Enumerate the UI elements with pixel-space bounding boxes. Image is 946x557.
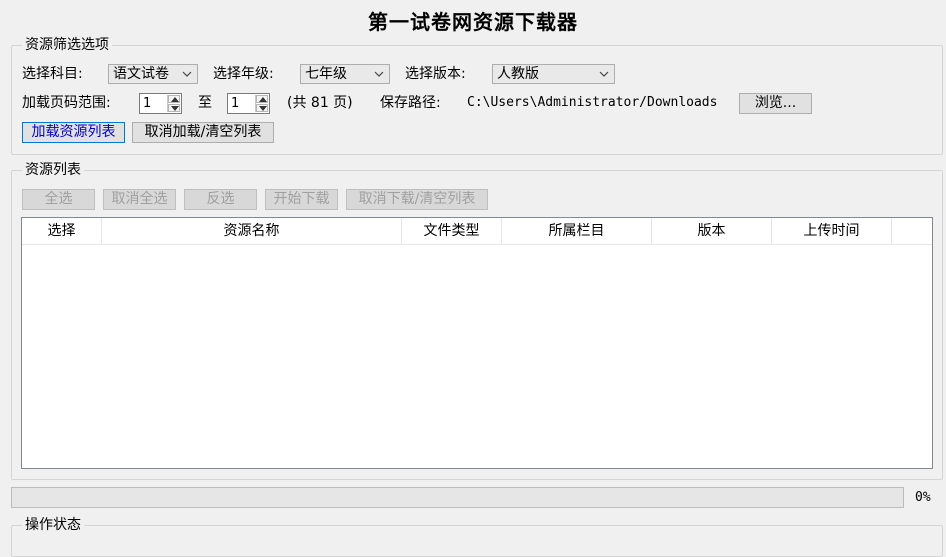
edition-label: 选择版本: bbox=[405, 66, 466, 82]
spinbox-arrows bbox=[167, 95, 180, 112]
column-header-edition[interactable]: 版本 bbox=[652, 218, 772, 244]
filter-legend: 资源筛选选项 bbox=[22, 36, 112, 54]
spin-up-button[interactable] bbox=[168, 95, 180, 103]
spin-down-button[interactable] bbox=[168, 104, 180, 112]
page-from-value: 1 bbox=[143, 96, 152, 111]
cancel-load-button[interactable]: 取消加载/清空列表 bbox=[132, 122, 274, 143]
spin-up-button[interactable] bbox=[256, 95, 268, 103]
chevron-down-icon bbox=[599, 71, 609, 77]
start-download-button[interactable]: 开始下载 bbox=[265, 189, 338, 210]
column-header-category[interactable]: 所属栏目 bbox=[502, 218, 652, 244]
total-pages-label: (共 81 页) bbox=[287, 95, 353, 111]
edition-select-value: 人教版 bbox=[497, 66, 539, 82]
subject-select[interactable]: 语文试卷 bbox=[108, 64, 198, 84]
progress-percent: 0% bbox=[915, 490, 931, 505]
table-header: 选择 资源名称 文件类型 所属栏目 版本 上传时间 bbox=[22, 218, 932, 245]
chevron-down-icon bbox=[374, 71, 384, 77]
grade-label: 选择年级: bbox=[213, 66, 274, 82]
app-title: 第一试卷网资源下载器 bbox=[368, 10, 578, 34]
to-label: 至 bbox=[198, 95, 212, 111]
spin-down-button[interactable] bbox=[256, 104, 268, 112]
subject-label: 选择科目: bbox=[22, 66, 83, 82]
column-header-filetype[interactable]: 文件类型 bbox=[402, 218, 502, 244]
resources-table[interactable]: 选择 资源名称 文件类型 所属栏目 版本 上传时间 bbox=[21, 217, 933, 469]
page-to-value: 1 bbox=[231, 96, 240, 111]
page-from-spinbox[interactable]: 1 bbox=[139, 93, 182, 114]
column-header-upload-time[interactable]: 上传时间 bbox=[772, 218, 892, 244]
load-resources-button[interactable]: 加载资源列表 bbox=[22, 122, 125, 143]
spinbox-arrows bbox=[255, 95, 268, 112]
page-range-label: 加载页码范围: bbox=[22, 95, 111, 111]
invert-selection-button[interactable]: 反选 bbox=[184, 189, 257, 210]
grade-select[interactable]: 七年级 bbox=[300, 64, 390, 84]
status-legend: 操作状态 bbox=[22, 516, 84, 534]
status-groupbox: 操作状态 bbox=[11, 516, 943, 557]
select-all-button[interactable]: 全选 bbox=[22, 189, 95, 210]
column-header-select[interactable]: 选择 bbox=[22, 218, 102, 244]
column-header-name[interactable]: 资源名称 bbox=[102, 218, 402, 244]
subject-select-value: 语文试卷 bbox=[113, 66, 169, 82]
save-path-value: C:\Users\Administrator/Downloads bbox=[467, 95, 718, 110]
page-to-spinbox[interactable]: 1 bbox=[227, 93, 270, 114]
edition-select[interactable]: 人教版 bbox=[492, 64, 615, 84]
save-path-label: 保存路径: bbox=[380, 95, 441, 111]
deselect-all-button[interactable]: 取消全选 bbox=[103, 189, 176, 210]
download-progress-bar bbox=[11, 487, 904, 508]
resources-legend: 资源列表 bbox=[22, 161, 84, 179]
grade-select-value: 七年级 bbox=[305, 66, 347, 82]
cancel-download-button[interactable]: 取消下载/清空列表 bbox=[346, 189, 488, 210]
chevron-down-icon bbox=[182, 71, 192, 77]
browse-button[interactable]: 浏览... bbox=[739, 93, 812, 114]
